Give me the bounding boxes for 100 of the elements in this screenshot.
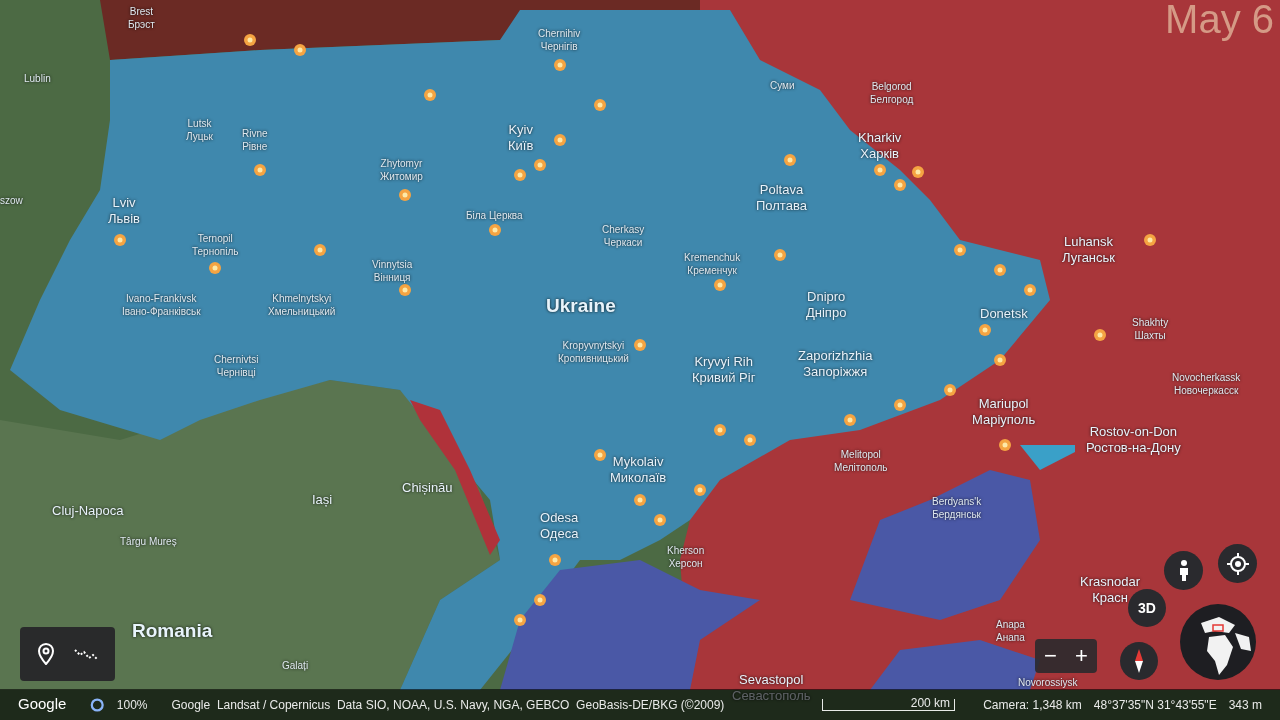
city-label: Anapa [996, 619, 1025, 632]
placemark-icon[interactable] [37, 643, 56, 665]
explosion-marker-icon [954, 244, 966, 256]
city-label-native: Брэст [128, 18, 155, 31]
city-label-native: Кривий Ріг [692, 370, 756, 387]
city-label: Berdyans'k [932, 496, 982, 509]
explosion-marker-icon [654, 514, 666, 526]
explosion-marker-icon [244, 34, 256, 46]
progress-text: 100% [116, 696, 148, 714]
explosion-marker-icon [894, 399, 906, 411]
city-label: Novocherkassk [1172, 372, 1241, 385]
attribution-text: Google Landsat / Copernicus Data SIO, NOAA, U.S. Navy, NGA, GEBCO GeoBasis-DE/BKG (©2009) [171, 696, 725, 714]
loading-indicator-icon [90, 696, 105, 713]
city-label: Mykolaiv [612, 454, 664, 471]
explosion-marker-icon [594, 449, 606, 461]
city-label: Shakhty [1132, 317, 1169, 330]
city-label: Khmelnytskyi [272, 293, 332, 306]
explosion-marker-icon [744, 434, 756, 446]
person-icon [1177, 559, 1190, 582]
city-label: Mariupol [978, 396, 1029, 413]
city-label-native: Львів [108, 211, 140, 228]
city-label-native: Івано-Франківськ [122, 305, 201, 318]
city-label-native: Шахты [1134, 329, 1166, 342]
compass-needle-icon [1135, 649, 1143, 673]
explosion-marker-icon [254, 164, 266, 176]
city-label-native: Луцьк [186, 130, 213, 143]
city-label: Kyiv [508, 122, 533, 139]
explosion-marker-icon [534, 159, 546, 171]
explosion-marker-icon [714, 424, 726, 436]
city-label: Vinnytsia [372, 259, 413, 272]
city-label: Donetsk [980, 306, 1028, 323]
city-label: Kremenchuk [684, 252, 741, 265]
city-label: Iași [312, 492, 333, 509]
path-icon[interactable] [73, 647, 98, 661]
city-label-native: Красн [1092, 590, 1128, 607]
city-label-native: Маріуполь [972, 412, 1036, 429]
city-label: Chernihiv [538, 28, 581, 41]
explosion-marker-icon [1024, 284, 1036, 296]
city-label-native: Бердянськ [932, 508, 981, 521]
explosion-marker-icon [894, 179, 906, 191]
city-label-native: Мелітополь [834, 461, 888, 474]
zoom-out-button[interactable]: − [1038, 645, 1063, 667]
city-label: Rivne [242, 128, 268, 141]
city-label: Melitopol [840, 449, 881, 462]
zoom-in-button[interactable]: + [1069, 645, 1094, 667]
city-label: Sevastopol [739, 672, 804, 689]
city-label-native: Київ [508, 138, 534, 155]
explosion-marker-icon [774, 249, 786, 261]
locate-icon [1225, 551, 1250, 576]
explosion-marker-icon [784, 154, 796, 166]
city-label-native: Запоріжжя [803, 364, 868, 381]
explosion-marker-icon [912, 166, 924, 178]
city-label: Cluj-Napoca [52, 503, 124, 520]
city-label-native: Кропивницький [558, 352, 629, 365]
explosion-marker-icon [514, 614, 526, 626]
explosion-marker-icon [554, 59, 566, 71]
city-label-native: Тернопіль [192, 245, 239, 258]
city-label-native: Новочеркасск [1174, 384, 1239, 397]
city-label: Kharkiv [858, 130, 902, 147]
city-label-native: Житомир [380, 170, 423, 183]
city-label: Lutsk [187, 118, 212, 131]
city-label-native: Полтава [756, 198, 807, 215]
city-label: Chernivtsi [214, 354, 259, 367]
city-label-native: Чернівці [216, 366, 256, 379]
city-label: Belgorod [871, 81, 912, 94]
scale-text: 200 km [910, 696, 952, 710]
city-label: Zaporizhzhia [798, 348, 873, 365]
explosion-marker-icon [514, 169, 526, 181]
city-label: Dnipro [807, 289, 846, 306]
city-label-native: Севастополь [732, 688, 811, 705]
explosion-marker-icon [534, 594, 546, 606]
city-label-native: Чернігів [540, 40, 578, 53]
city-label-native: Ростов-на-Дону [1086, 440, 1181, 457]
globe-icon[interactable] [1179, 603, 1257, 681]
city-label: Kherson [667, 545, 705, 558]
city-label-native: Черкаси [603, 236, 643, 249]
city-label-native: Хмельницький [268, 305, 336, 318]
city-label-native: Миколаїв [610, 470, 667, 487]
explosion-marker-icon [634, 339, 646, 351]
explosion-marker-icon [714, 279, 726, 291]
city-label-native: Суми [770, 80, 795, 93]
city-label-native: Херсон [668, 557, 703, 570]
city-label: Poltava [759, 182, 804, 199]
explosion-marker-icon [294, 44, 306, 56]
city-label: Brest [129, 6, 154, 19]
explosion-marker-icon [399, 284, 411, 296]
country-label: Ukraine [546, 294, 616, 318]
city-label: Odesa [540, 510, 579, 527]
elevation-text: 343 m [1228, 696, 1262, 714]
city-label: Zhytomyr [380, 158, 423, 171]
explosion-marker-icon [424, 89, 436, 101]
city-label: Lviv [112, 195, 136, 212]
explosion-marker-icon [999, 439, 1011, 451]
explosion-marker-icon [874, 164, 886, 176]
city-label: Krasnodar [1080, 574, 1140, 591]
city-label: Cherkasy [602, 224, 645, 237]
explosion-marker-icon [944, 384, 956, 396]
city-label: Luhansk [1063, 234, 1114, 251]
city-label: szow [0, 195, 23, 208]
explosion-marker-icon [694, 484, 706, 496]
